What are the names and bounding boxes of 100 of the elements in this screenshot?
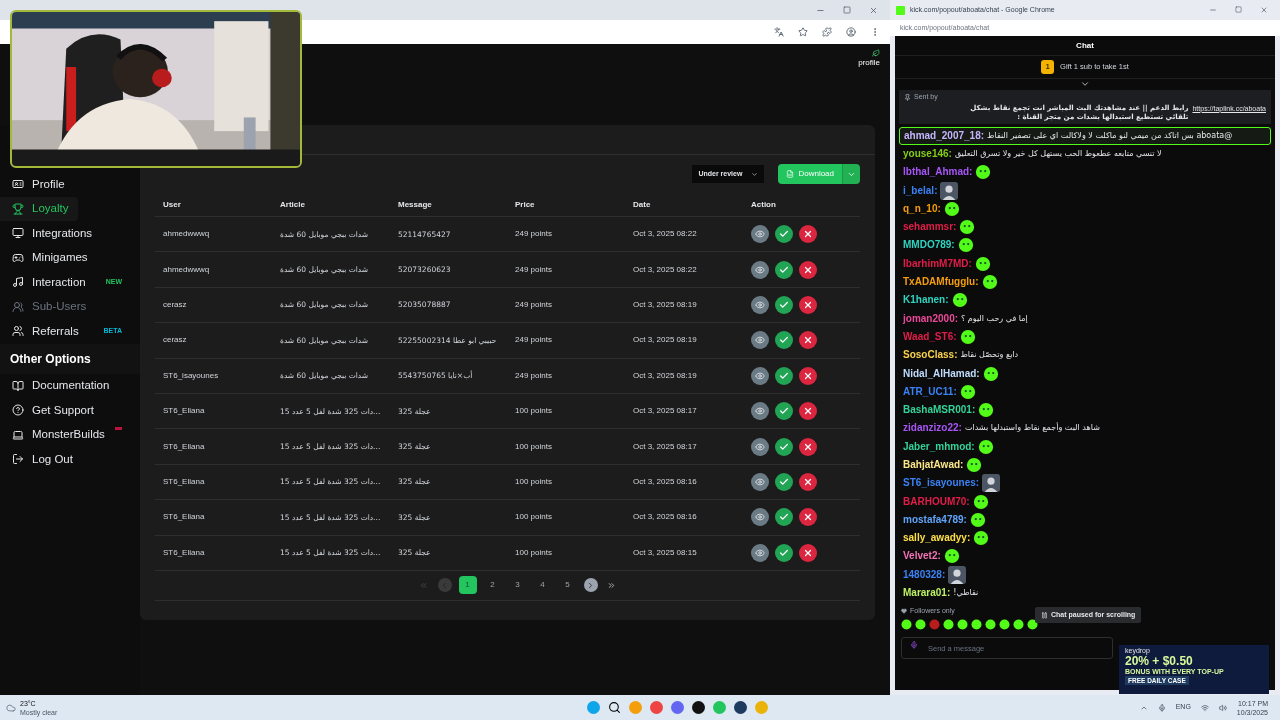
chat-username[interactable]: Jaber_mhmod: xyxy=(903,441,975,452)
chat-username[interactable]: 1480328: xyxy=(903,569,946,580)
chat-username[interactable]: BahjatAwad: xyxy=(903,460,964,470)
chat-username[interactable]: Waad_ST6: xyxy=(903,331,957,342)
page-button[interactable]: 1 xyxy=(458,576,477,595)
reject-button[interactable] xyxy=(799,260,817,279)
chat-username[interactable]: sally_awadyy: xyxy=(903,533,971,544)
sidebar-item[interactable]: Log Out xyxy=(0,447,83,472)
chat-username[interactable]: sehammsr: xyxy=(903,222,957,233)
chat-username[interactable]: youse146: xyxy=(903,148,952,159)
view-button[interactable] xyxy=(751,508,769,527)
column-header: Price xyxy=(515,198,536,211)
chat-username[interactable]: IbarhimM7MD: xyxy=(903,258,972,269)
monitor-icon xyxy=(12,227,24,240)
approve-button[interactable] xyxy=(775,543,793,562)
recorder-icon[interactable] xyxy=(692,701,706,714)
reject-button[interactable] xyxy=(799,225,817,244)
sidebar-item[interactable]: Profile xyxy=(0,172,75,197)
view-button[interactable] xyxy=(751,472,769,491)
eye-icon xyxy=(755,229,765,240)
chat-username[interactable]: BARHOUM70: xyxy=(903,496,970,507)
column-header: Message xyxy=(398,198,433,211)
chat-username[interactable]: BashaMSR001: xyxy=(903,405,976,416)
check-icon xyxy=(779,547,789,558)
sidebar-item[interactable]: Minigames xyxy=(0,245,98,270)
view-button[interactable] xyxy=(751,543,769,562)
chat-username[interactable]: Marara01: xyxy=(903,588,951,599)
emote-icon xyxy=(943,200,960,217)
approve-button[interactable] xyxy=(775,260,793,279)
approve-button[interactable] xyxy=(775,472,793,491)
table-cell-text: ST6_isayounes xyxy=(163,369,220,382)
reject-button[interactable] xyxy=(799,472,817,491)
sidebar-item[interactable]: Get Support xyxy=(0,398,104,423)
chat-username[interactable]: zidanzizo22: xyxy=(903,423,962,434)
start-icon[interactable] xyxy=(587,701,601,714)
view-button[interactable] xyxy=(751,437,769,456)
game-store-icon[interactable] xyxy=(734,701,748,714)
chat-username[interactable]: Nidal_AlHamad: xyxy=(903,368,980,379)
chat-username[interactable]: ahmad_2007_18: xyxy=(904,130,985,141)
browser-icon[interactable] xyxy=(650,701,664,714)
approve-button[interactable] xyxy=(775,225,793,244)
approve-button[interactable] xyxy=(775,437,793,456)
view-button[interactable] xyxy=(751,402,769,421)
sidebar-item[interactable]: Referrals xyxy=(0,319,89,344)
eye-icon xyxy=(755,441,765,452)
double-chevron-left-icon xyxy=(419,580,428,590)
page-button[interactable]: 3 xyxy=(508,576,527,595)
sidebar-item[interactable]: Loyalty xyxy=(0,196,79,221)
page-button[interactable]: 4 xyxy=(533,576,552,595)
page-button[interactable]: 2 xyxy=(483,576,502,595)
reject-button[interactable] xyxy=(799,331,817,350)
reject-button[interactable] xyxy=(799,295,817,314)
chat-username[interactable]: joman2000: xyxy=(903,313,959,324)
chat-username[interactable]: lbthal_Ahmad: xyxy=(903,167,973,178)
reject-button[interactable] xyxy=(799,366,817,385)
chat-username[interactable]: SosoClass: xyxy=(903,350,958,361)
view-button[interactable] xyxy=(751,295,769,314)
users-icon xyxy=(12,300,24,313)
emote-icon xyxy=(977,438,994,455)
view-button[interactable] xyxy=(751,366,769,385)
chat-username[interactable]: ATR_UC11: xyxy=(903,386,957,397)
table-cell-text: 100 points xyxy=(515,405,553,418)
approve-button[interactable] xyxy=(775,508,793,527)
sidebar-item[interactable]: Documentation xyxy=(0,373,120,398)
approve-button[interactable] xyxy=(775,331,793,350)
search-icon[interactable] xyxy=(608,701,622,714)
chat-username[interactable]: q_n_10: xyxy=(903,203,941,214)
sidebar-item[interactable]: MonsterBuilds xyxy=(0,422,115,447)
page-button[interactable]: 5 xyxy=(558,576,577,595)
site-logo-icon xyxy=(896,5,905,15)
chat-username[interactable]: MMDO789: xyxy=(903,240,955,251)
reject-button[interactable] xyxy=(799,437,817,456)
approve-button[interactable] xyxy=(775,402,793,421)
chat-username[interactable]: TxADAMfugglu: xyxy=(903,277,979,287)
chat-username[interactable]: i_belal: xyxy=(903,185,938,196)
reject-button[interactable] xyxy=(799,402,817,421)
file-icon xyxy=(786,170,795,178)
approve-button[interactable] xyxy=(775,295,793,314)
chat-username[interactable]: Velvet2: xyxy=(903,551,941,562)
chat-username[interactable]: ST6_isayounes: xyxy=(903,478,980,489)
chat-username[interactable]: K1hanen: xyxy=(903,295,949,306)
view-button[interactable] xyxy=(751,225,769,244)
chat-app-icon[interactable] xyxy=(671,701,685,714)
table-cell-text: ST6_Eliana xyxy=(163,475,206,488)
profile-link[interactable]: profile xyxy=(858,49,880,69)
next-page-button[interactable] xyxy=(583,578,598,593)
section-heading: Other Options xyxy=(10,350,91,368)
table-cell-text: ST6_Eliana xyxy=(163,546,206,559)
approve-button[interactable] xyxy=(775,366,793,385)
table-cell-text: Oct 3, 2025 08:19 xyxy=(633,369,698,382)
reject-button[interactable] xyxy=(799,543,817,562)
chat-message: لا تنسي متابعه عطعوط الحب يستهل كل خير ولا تسرق التعليق xyxy=(954,147,1162,160)
reject-button[interactable] xyxy=(799,508,817,527)
view-button[interactable] xyxy=(751,331,769,350)
table-cell-text: Oct 3, 2025 08:16 xyxy=(633,511,698,524)
table-cell-text: Oct 3, 2025 08:22 xyxy=(633,263,698,276)
sidebar-item[interactable]: Interaction xyxy=(0,270,96,295)
chat-username[interactable]: mostafa4789: xyxy=(903,514,967,525)
view-button[interactable] xyxy=(751,260,769,279)
sidebar-item[interactable]: Integrations xyxy=(0,221,103,246)
